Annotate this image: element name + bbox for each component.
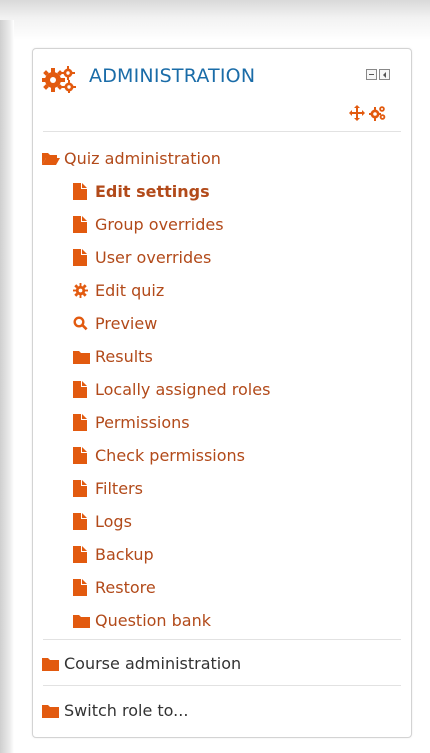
block-header: ADMINISTRATION bbox=[33, 49, 411, 129]
file-icon bbox=[73, 447, 95, 464]
nav-label: Edit settings bbox=[95, 182, 210, 201]
gear-icon bbox=[73, 283, 95, 298]
cogs-icon bbox=[41, 65, 84, 97]
nav-label: Permissions bbox=[95, 413, 190, 432]
search-icon bbox=[73, 316, 95, 331]
nav-backup[interactable]: Backup bbox=[73, 545, 154, 564]
nav-label: Results bbox=[95, 347, 153, 366]
nav-label: Edit quiz bbox=[95, 281, 165, 300]
nav-label: Backup bbox=[95, 545, 154, 564]
nav-edit-settings[interactable]: Edit settings bbox=[73, 182, 210, 201]
nav-logs[interactable]: Logs bbox=[73, 512, 132, 531]
folder-icon bbox=[42, 704, 64, 718]
nav-label: Preview bbox=[95, 314, 158, 333]
folder-icon bbox=[73, 614, 95, 628]
page-edge bbox=[0, 20, 14, 753]
administration-block: ADMINISTRATION Quiz administration Edit … bbox=[32, 48, 412, 738]
nav-results[interactable]: Results bbox=[73, 347, 153, 366]
folder-icon bbox=[73, 350, 95, 364]
move-icon[interactable] bbox=[349, 105, 365, 125]
file-icon bbox=[73, 513, 95, 530]
file-icon bbox=[73, 579, 95, 596]
file-icon bbox=[73, 216, 95, 233]
cog-icon[interactable] bbox=[369, 105, 387, 125]
file-icon bbox=[73, 480, 95, 497]
nav-label: Filters bbox=[95, 479, 143, 498]
nav-label: Question bank bbox=[95, 611, 212, 630]
nav-label: Switch role to... bbox=[64, 701, 189, 720]
nav-check-permissions[interactable]: Check permissions bbox=[73, 446, 245, 465]
nav-group-overrides[interactable]: Group overrides bbox=[73, 215, 224, 234]
divider bbox=[43, 639, 401, 640]
folder-open-icon bbox=[42, 152, 64, 166]
nav-preview[interactable]: Preview bbox=[73, 314, 157, 333]
nav-locally-assigned-roles[interactable]: Locally assigned roles bbox=[73, 380, 270, 399]
file-icon bbox=[73, 414, 95, 431]
nav-filters[interactable]: Filters bbox=[73, 479, 143, 498]
divider bbox=[43, 131, 401, 132]
divider bbox=[43, 685, 401, 686]
nav-label: Restore bbox=[95, 578, 156, 597]
nav-switch-role[interactable]: Switch role to... bbox=[42, 701, 188, 720]
nav-label: Locally assigned roles bbox=[95, 380, 271, 399]
nav-label: Check permissions bbox=[95, 446, 246, 465]
block-title: ADMINISTRATION bbox=[89, 65, 256, 87]
dock-icon[interactable] bbox=[379, 69, 390, 80]
nav-edit-quiz[interactable]: Edit quiz bbox=[73, 281, 164, 300]
file-icon bbox=[73, 381, 95, 398]
nav-quiz-administration[interactable]: Quiz administration bbox=[42, 149, 221, 168]
nav-course-administration[interactable]: Course administration bbox=[42, 654, 241, 673]
nav-label: Group overrides bbox=[95, 215, 224, 234]
folder-icon bbox=[42, 657, 64, 671]
nav-restore[interactable]: Restore bbox=[73, 578, 156, 597]
nav-label: Quiz administration bbox=[64, 149, 221, 168]
file-icon bbox=[73, 183, 95, 200]
nav-label: User overrides bbox=[95, 248, 212, 267]
nav-permissions[interactable]: Permissions bbox=[73, 413, 190, 432]
nav-label: Course administration bbox=[64, 654, 242, 673]
nav-label: Logs bbox=[95, 512, 132, 531]
file-icon bbox=[73, 546, 95, 563]
minimize-icon[interactable] bbox=[366, 69, 377, 80]
file-icon bbox=[73, 249, 95, 266]
nav-question-bank[interactable]: Question bank bbox=[73, 611, 211, 630]
nav-user-overrides[interactable]: User overrides bbox=[73, 248, 211, 267]
